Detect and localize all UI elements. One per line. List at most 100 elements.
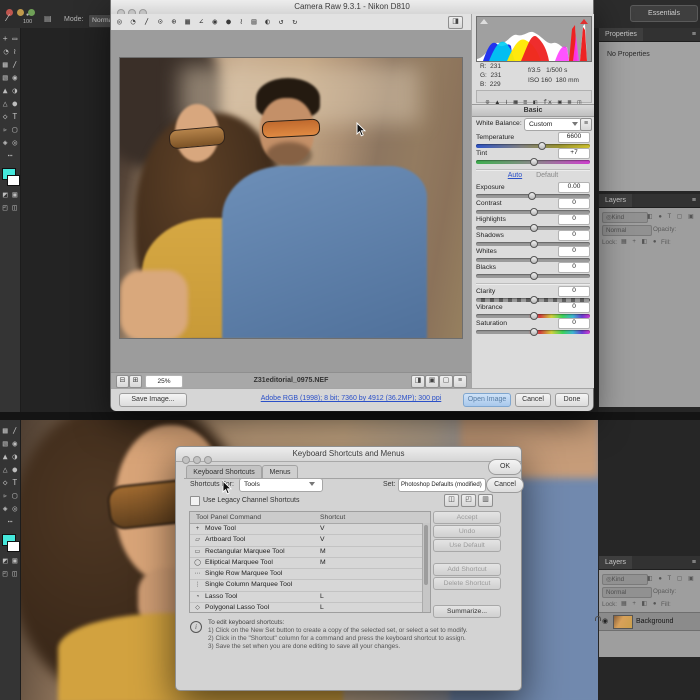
tab-menus[interactable]: Menus <box>262 465 298 479</box>
camera-raw-titlebar[interactable]: Camera Raw 9.3.1 - Nikon D810 <box>111 0 593 15</box>
slider-knob[interactable] <box>530 272 538 280</box>
single-view-icon[interactable] <box>439 375 453 388</box>
command-shortcut[interactable]: V <box>320 535 325 545</box>
scrollbar-thumb[interactable] <box>424 525 428 585</box>
command-shortcut[interactable]: V <box>320 524 325 534</box>
exposure-value[interactable]: 0.00 <box>558 182 590 193</box>
add-shortcut-button[interactable]: Add Shortcut <box>433 563 501 576</box>
slider-knob[interactable] <box>528 192 536 200</box>
layer-visibility-icon[interactable] <box>602 617 608 625</box>
workflow-options-link[interactable]: Adobe RGB (1998); 8 bit; 7360 by 4912 (3… <box>231 395 471 402</box>
command-shortcut[interactable]: M <box>320 547 326 557</box>
layer-filter-select[interactable]: Kind <box>602 574 648 585</box>
blacks-track[interactable] <box>476 274 590 278</box>
clarity-value[interactable]: 0 <box>558 286 590 297</box>
brush-tip-icon[interactable] <box>26 12 29 18</box>
whites-value[interactable]: 0 <box>558 246 590 257</box>
contrast-value[interactable]: 0 <box>558 198 590 209</box>
tab-properties[interactable]: Properties <box>599 28 643 41</box>
slider-knob[interactable] <box>538 142 546 150</box>
temperature-value[interactable]: 6600 <box>558 132 590 143</box>
tint-value[interactable]: +7 <box>558 148 590 159</box>
background-color-swatch[interactable] <box>7 541 20 552</box>
blend-mode-select[interactable]: Normal <box>602 587 652 598</box>
panel-menu-icon[interactable] <box>692 28 696 41</box>
adjustment-tabs[interactable]: ⊙ ▲ ≀ ▦ ≡ ◧ fx ▣ ≣ ◫ <box>476 90 592 103</box>
command-shortcut[interactable]: M <box>320 558 326 568</box>
blend-mode-select[interactable]: Normal <box>602 225 652 236</box>
zoom-window-icon[interactable] <box>28 9 35 16</box>
saturation-value[interactable]: 0 <box>558 318 590 329</box>
table-row[interactable]: ⋮Single Column Marquee Tool <box>190 580 423 591</box>
open-image-button[interactable]: Open Image <box>463 393 511 407</box>
close-window-icon[interactable] <box>182 456 190 464</box>
zoom-window-icon[interactable] <box>204 456 212 464</box>
lock-option-icons[interactable]: ▦ + ◧ ● <box>621 600 658 607</box>
saturation-track[interactable] <box>476 330 590 334</box>
layer-thumbnail[interactable] <box>613 615 633 629</box>
brush-size-value[interactable]: 100 <box>23 19 32 25</box>
workspace-switcher[interactable]: Essentials <box>630 5 698 22</box>
table-row[interactable]: ▭Rectangular Marquee ToolM <box>190 547 423 558</box>
table-row[interactable]: +Move ToolV <box>190 524 423 535</box>
layer-filter-icons[interactable]: ◧ ● T ▢ ▣ <box>647 575 696 582</box>
blacks-value[interactable]: 0 <box>558 262 590 273</box>
save-image-button[interactable]: Save Image... <box>119 393 187 407</box>
table-row[interactable]: ⋯Single Row Marquee Tool <box>190 569 423 580</box>
mask-and-screen-mode-icons[interactable]: ◩ ▣ ◰ ◫ <box>1 554 19 580</box>
camera-raw-toolbar-icons[interactable]: ◎ ◔ ∕ ⊙ ⊕ ▦ ∠ ◉ ● ≀ ▤ ◐ ↺ ↻ <box>117 17 299 26</box>
vibrance-value[interactable]: 0 <box>558 302 590 313</box>
legacy-shortcuts-checkbox[interactable] <box>190 496 200 506</box>
cancel-button[interactable]: Cancel <box>486 477 524 493</box>
tools-palette[interactable]: ▦ ∕ ▧ ◉ ▲ ◑ △ ● ◇ T ▹ ▢ ◈ ◎ ⋯ <box>1 424 19 528</box>
column-shortcut[interactable]: Shortcut <box>320 512 345 523</box>
basic-panel-header[interactable]: Basic <box>472 104 594 117</box>
cancel-button[interactable]: Cancel <box>515 393 551 407</box>
before-after-icon[interactable] <box>411 375 425 388</box>
command-shortcut[interactable]: L <box>320 603 324 613</box>
command-shortcut[interactable]: L <box>320 592 324 602</box>
wb-menu-icon[interactable] <box>580 118 592 131</box>
slider-knob[interactable] <box>530 240 538 248</box>
layer-filter-select[interactable]: Kind <box>602 212 648 223</box>
auto-link[interactable]: Auto <box>508 172 522 179</box>
split-view-icon[interactable] <box>425 375 439 388</box>
toggle-brush-panel-icon[interactable] <box>44 14 52 23</box>
table-row[interactable]: ◯Elliptical Marquee ToolM <box>190 558 423 569</box>
shadows-value[interactable]: 0 <box>558 230 590 241</box>
default-link[interactable]: Default <box>536 172 558 179</box>
layer-row-background[interactable]: Background <box>599 612 700 631</box>
minimize-window-icon[interactable] <box>193 456 201 464</box>
new-set-icon[interactable] <box>444 494 459 507</box>
table-row[interactable]: ▱Artboard ToolV <box>190 535 423 546</box>
mask-and-screen-mode-icons[interactable]: ◩ ▣ ◰ ◫ <box>1 188 19 214</box>
table-row[interactable]: ◔Lasso ToolL <box>190 592 423 603</box>
delete-set-icon[interactable] <box>478 494 493 507</box>
tint-track[interactable] <box>476 160 590 164</box>
tab-layers[interactable]: Layers <box>599 556 632 569</box>
photo-preview[interactable] <box>120 58 462 338</box>
highlights-value[interactable]: 0 <box>558 214 590 225</box>
preview-toggle-icon[interactable] <box>448 16 463 29</box>
panel-menu-icon[interactable] <box>692 556 696 569</box>
panel-menu-icon[interactable] <box>692 194 696 207</box>
slider-knob[interactable] <box>530 296 538 304</box>
use-default-button[interactable]: Use Default <box>433 539 501 552</box>
delete-shortcut-button[interactable]: Delete Shortcut <box>433 577 501 590</box>
undo-button[interactable]: Undo <box>433 525 501 538</box>
layer-name[interactable]: Background <box>636 618 673 625</box>
slider-knob[interactable] <box>530 312 538 320</box>
column-command[interactable]: Tool Panel Command <box>190 514 261 521</box>
set-select[interactable]: Photoshop Defaults (modified) <box>398 478 486 492</box>
summarize-button[interactable]: Summarize... <box>433 605 501 618</box>
table-row[interactable]: ◇Polygonal Lasso ToolL <box>190 603 423 613</box>
accept-button[interactable]: Accept <box>433 511 501 524</box>
slider-knob[interactable] <box>530 328 538 336</box>
background-color-swatch[interactable] <box>7 175 20 186</box>
slider-knob[interactable] <box>530 208 538 216</box>
minimize-window-icon[interactable] <box>17 9 24 16</box>
tools-palette[interactable]: + ▭ ◔ ≀ ▦ ∕ ▧ ◉ ▲ ◑ △ ● ◇ T ▹ ▢ ◈ ◎ ⋯ <box>1 32 19 162</box>
tab-keyboard-shortcuts[interactable]: Keyboard Shortcuts <box>186 465 262 479</box>
done-button[interactable]: Done <box>555 393 589 407</box>
lock-option-icons[interactable]: ▦ + ◧ ● <box>621 238 658 245</box>
